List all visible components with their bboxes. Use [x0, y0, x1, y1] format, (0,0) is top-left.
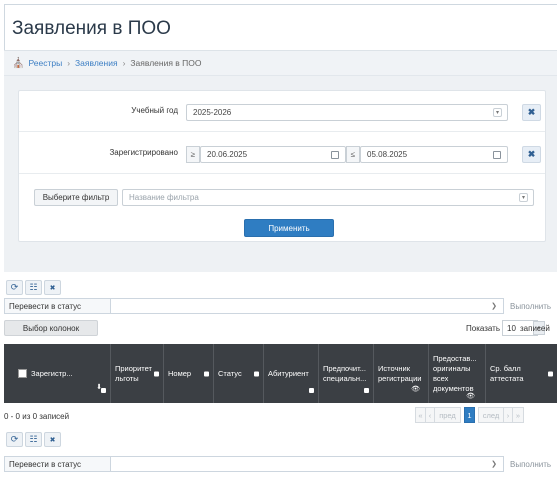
chevron-down-icon: ▾ — [519, 193, 528, 202]
prev-page-button[interactable]: пред — [435, 407, 461, 423]
bottom-status-select[interactable]: Перевести в статус ❯ — [4, 456, 504, 472]
year-select[interactable]: 2025-2026 ▾ — [186, 104, 508, 121]
col-status[interactable]: Статус — [214, 344, 264, 403]
year-label: Учебный год — [131, 106, 178, 115]
grid-icon[interactable]: ☷ — [25, 432, 42, 447]
sort-icon — [204, 371, 209, 376]
eye-icon: 👁 — [466, 393, 475, 400]
date-to-checkbox[interactable] — [493, 151, 501, 159]
sort-icon — [309, 388, 314, 393]
breadcrumb-applications[interactable]: Заявления — [75, 58, 118, 68]
pagination: « ‹ пред 1 след › » — [415, 407, 524, 423]
prev-page-icon[interactable]: ‹ — [426, 407, 435, 423]
refresh-icon[interactable]: ⟳ — [6, 280, 23, 295]
records-label: записей — [520, 324, 550, 333]
grid-icon[interactable]: ☷ — [25, 280, 42, 295]
select-all-checkbox[interactable] — [18, 369, 27, 378]
breadcrumb-separator: › — [67, 58, 71, 68]
close-icon[interactable]: ✖ — [44, 432, 61, 447]
col-priority-label: Приоритет льготы — [115, 363, 152, 383]
to-operator: ≤ — [346, 146, 360, 163]
records-summary: 0 - 0 из 0 записей — [4, 412, 70, 421]
date-to-input[interactable]: 05.08.2025 — [360, 146, 508, 163]
col-applicant-label: Абитуриент — [268, 368, 309, 378]
breadcrumb-registries[interactable]: Реестры — [28, 58, 62, 68]
col-number[interactable]: Номер — [164, 344, 214, 403]
filter-row-divider — [19, 173, 545, 174]
page-1-button[interactable]: 1 — [464, 407, 475, 423]
date-from-value: 20.06.2025 — [207, 150, 248, 159]
year-value: 2025-2026 — [193, 108, 232, 117]
chevron-down-icon: ❯ — [491, 303, 497, 310]
first-page-button[interactable]: « — [415, 407, 426, 423]
sort-icon — [548, 371, 553, 376]
column-chooser-button[interactable]: Выбор колонок — [4, 320, 98, 336]
registered-label: Зарегистрировано — [109, 148, 178, 157]
refresh-icon[interactable]: ⟳ — [6, 432, 23, 447]
filter-name-input[interactable]: Название фильтра ▾ — [122, 189, 534, 206]
col-originals-label: Предостав... оригиналы всех документов — [433, 353, 477, 393]
sort-icon — [154, 371, 159, 376]
next-page-icon[interactable]: › — [504, 407, 513, 423]
col-avg-score-label: Ср. балл аттестата — [490, 363, 524, 383]
date-to-value: 05.08.2025 — [367, 150, 408, 159]
next-page-button[interactable]: след — [478, 407, 504, 423]
filter-name-placeholder: Название фильтра — [129, 193, 199, 202]
sort-icon — [364, 388, 369, 393]
show-label: Показать — [466, 324, 501, 333]
status-select[interactable]: Перевести в статус ❯ — [4, 298, 504, 314]
execute-button[interactable]: Выполнить — [510, 302, 551, 311]
chevron-down-icon: ▾ — [493, 108, 502, 117]
table-header: Зарегистр... ⬇ Приоритет льготы Номер Ст… — [4, 344, 557, 403]
col-source-label: Источник регистрации — [378, 363, 422, 383]
breadcrumb: ⛪ Реестры › Заявления › Заявления в ПОО — [4, 51, 557, 76]
date-from-checkbox[interactable] — [331, 151, 339, 159]
col-avg-score[interactable]: Ср. балл аттестата — [486, 344, 557, 403]
apply-button[interactable]: Применить — [244, 219, 334, 237]
col-source[interactable]: Источник регистрации 👁 — [374, 344, 429, 403]
bottom-status-caption: Перевести в статус — [5, 457, 111, 471]
filter-row-divider — [19, 131, 545, 132]
bottom-execute-button[interactable]: Выполнить — [510, 460, 551, 469]
breadcrumb-separator: › — [122, 58, 126, 68]
page-size-value: 10 — [507, 323, 516, 333]
col-applicant[interactable]: Абитуриент — [264, 344, 319, 403]
from-operator: ≥ — [186, 146, 200, 163]
col-registered-label: Зарегистр... — [31, 368, 73, 378]
close-icon[interactable]: ✖ — [44, 280, 61, 295]
eye-icon: 👁 — [411, 386, 420, 393]
sort-icon — [254, 371, 259, 376]
breadcrumb-current: Заявления в ПОО — [130, 58, 202, 68]
status-caption: Перевести в статус — [5, 299, 111, 313]
col-priority[interactable]: Приоритет льготы — [111, 344, 164, 403]
col-status-label: Статус — [218, 368, 242, 378]
sort-icon — [101, 388, 106, 393]
clear-registered-button[interactable]: ✖ — [522, 146, 541, 163]
chevron-down-icon: ❯ — [491, 461, 497, 468]
page-title: Заявления в ПОО — [12, 18, 171, 39]
choose-filter-button[interactable]: Выберите фильтр — [34, 189, 118, 206]
col-number-label: Номер — [168, 368, 192, 378]
col-specialty[interactable]: Предпочит... специальн... — [319, 344, 374, 403]
col-specialty-label: Предпочит... специальн... — [323, 363, 367, 383]
date-from-input[interactable]: 20.06.2025 — [200, 146, 346, 163]
clear-year-button[interactable]: ✖ — [522, 104, 541, 121]
col-registered[interactable]: Зарегистр... ⬇ — [4, 344, 111, 403]
home-icon[interactable]: ⛪ — [12, 58, 24, 69]
last-page-button[interactable]: » — [513, 407, 524, 423]
col-originals[interactable]: Предостав... оригиналы всех документов 👁 — [429, 344, 486, 403]
